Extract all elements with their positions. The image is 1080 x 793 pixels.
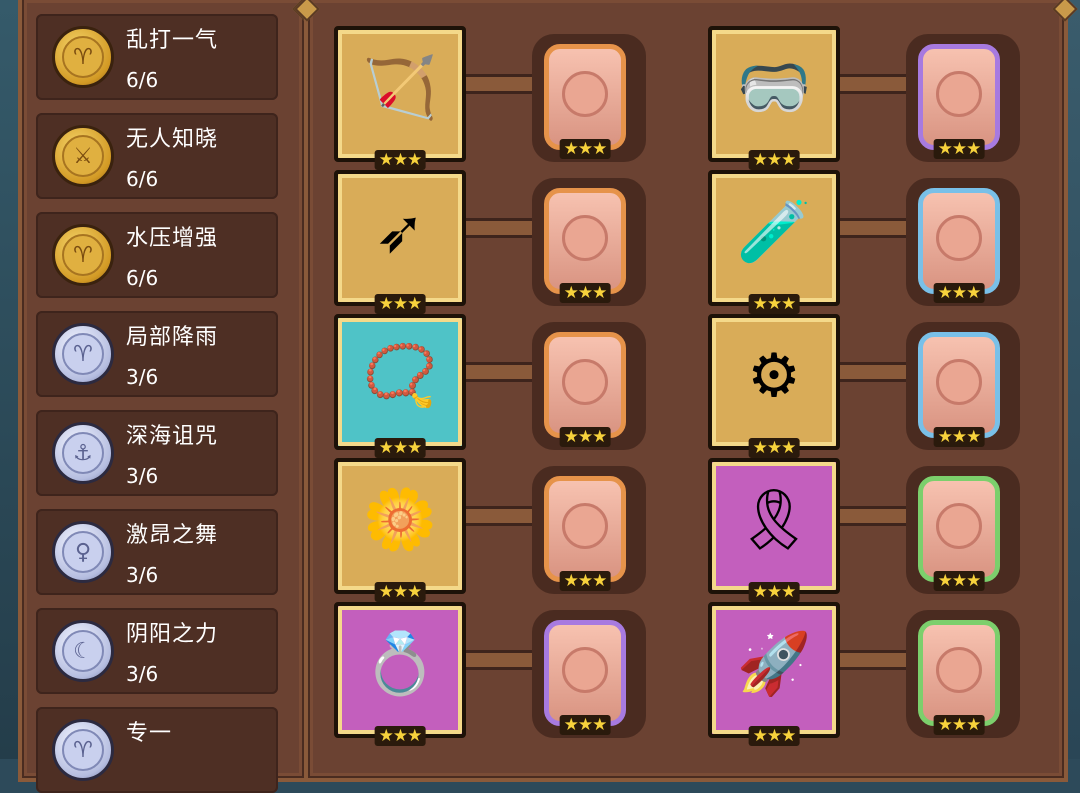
item-stars: ★★★ <box>748 294 800 314</box>
item-stars: ★★★ <box>748 150 800 170</box>
bond-name: 局部降雨 <box>126 325 219 350</box>
bond-coin-fist-icon: ♈ <box>52 224 114 286</box>
bond-row[interactable]: ♈ 局部降雨 3/6 <box>36 311 278 397</box>
bond-name: 无人知晓 <box>126 127 219 152</box>
rune-slot[interactable]: ★★★ <box>918 44 1000 159</box>
item-stars: ★★★ <box>374 726 426 746</box>
fist-icon: ♈ <box>62 234 104 276</box>
spiked-ring-icon: ⚙ <box>747 341 801 411</box>
bond-count: 6/6 <box>126 266 159 290</box>
bond-row[interactable]: ♀ 激昂之舞 3/6 <box>36 509 278 595</box>
belt-icon: 🎗 <box>735 485 813 555</box>
heart-necklace-icon: 📿 <box>362 341 438 411</box>
item-stars: ★★★ <box>748 726 800 746</box>
equipment-item-card[interactable]: 📿 ★★★ <box>334 314 466 458</box>
rune-stars: ★★★ <box>559 427 611 447</box>
rune-emblem-icon <box>562 503 608 549</box>
bond-coin-fist-icon: ♈ <box>52 719 114 781</box>
rune-slot[interactable]: ★★★ <box>544 332 626 447</box>
bond-row[interactable]: ⚔ 无人知晓 6/6 <box>36 113 278 199</box>
bond-row[interactable]: ♈ 水压增强 6/6 <box>36 212 278 298</box>
bond-name: 激昂之舞 <box>126 523 219 548</box>
rune-slot[interactable]: ★★★ <box>544 44 626 159</box>
crossbow-icon: 🏹 <box>362 53 438 123</box>
item-stars: ★★★ <box>374 150 426 170</box>
fist-icon: ♈ <box>62 729 104 771</box>
equipment-item-card[interactable]: 🧪 ★★★ <box>708 170 840 314</box>
bond-row[interactable]: ♈ 专一 <box>36 707 278 793</box>
bond-row[interactable]: ☾ 阴阳之力 3/6 <box>36 608 278 694</box>
bond-count: 6/6 <box>126 167 159 191</box>
bond-name: 专一 <box>126 721 173 746</box>
item-stars: ★★★ <box>374 294 426 314</box>
item-stars: ★★★ <box>748 582 800 602</box>
fist-icon: ♈ <box>62 333 104 375</box>
bond-name: 水压增强 <box>126 226 219 251</box>
anchor-icon: ⚓ <box>62 432 104 474</box>
bond-count: 3/6 <box>126 662 159 686</box>
rune-stars: ★★★ <box>559 283 611 303</box>
rune-stars: ★★★ <box>559 571 611 591</box>
equipment-item-card[interactable]: 🚀 ★★★ <box>708 602 840 746</box>
rune-emblem-icon <box>562 647 608 693</box>
equipment-item-card[interactable]: ➶ ★★★ <box>334 170 466 314</box>
bond-coin-fist-icon: ♈ <box>52 26 114 88</box>
item-stars: ★★★ <box>374 582 426 602</box>
oxygen-tank-icon: 🧪 <box>736 197 812 267</box>
bond-row[interactable]: ⚓ 深海诅咒 3/6 <box>36 410 278 496</box>
moon-icon: ☾ <box>62 630 104 672</box>
equipment-item-card[interactable]: 🌼 ★★★ <box>334 458 466 602</box>
rune-stars: ★★★ <box>933 139 985 159</box>
rune-emblem-icon <box>936 647 982 693</box>
rune-stars: ★★★ <box>933 283 985 303</box>
bond-name: 深海诅咒 <box>126 424 219 449</box>
equipment-item-card[interactable]: 🎗 ★★★ <box>708 458 840 602</box>
jet-fins-icon: 🚀 <box>736 629 812 699</box>
rune-emblem-icon <box>936 359 982 405</box>
frog-ring-icon: 💍 <box>362 629 438 699</box>
rune-stars: ★★★ <box>559 139 611 159</box>
rune-emblem-icon <box>562 71 608 117</box>
bond-coin-blade-icon: ⚔ <box>52 125 114 187</box>
fist-icon: ♈ <box>62 36 104 78</box>
equipment-item-card[interactable]: 🏹 ★★★ <box>334 26 466 170</box>
rune-slot[interactable]: ★★★ <box>918 620 1000 735</box>
rune-stars: ★★★ <box>933 427 985 447</box>
rune-emblem-icon <box>562 359 608 405</box>
rune-stars: ★★★ <box>933 571 985 591</box>
equipment-item-card[interactable]: ⚙ ★★★ <box>708 314 840 458</box>
item-stars: ★★★ <box>374 438 426 458</box>
item-stars: ★★★ <box>748 438 800 458</box>
rune-emblem-icon <box>936 71 982 117</box>
dancer-icon: ♀ <box>62 531 104 573</box>
blade-icon: ⚔ <box>62 135 104 177</box>
equipment-item-card[interactable]: 💍 ★★★ <box>334 602 466 746</box>
bond-count: 3/6 <box>126 365 159 389</box>
bond-name: 阴阳之力 <box>126 622 219 647</box>
bond-coin-dancer-icon: ♀ <box>52 521 114 583</box>
rune-slot[interactable]: ★★★ <box>544 188 626 303</box>
bond-coin-anchor-icon: ⚓ <box>52 422 114 484</box>
equipment-item-card[interactable]: 🥽 ★★★ <box>708 26 840 170</box>
rune-emblem-icon <box>562 215 608 261</box>
rune-stars: ★★★ <box>559 715 611 735</box>
arrow-icon: ➶ <box>374 197 426 267</box>
rune-emblem-icon <box>936 503 982 549</box>
rune-slot[interactable]: ★★★ <box>544 476 626 591</box>
bond-count: 3/6 <box>126 464 159 488</box>
bond-row[interactable]: ♈ 乱打一气 6/6 <box>36 14 278 100</box>
rune-emblem-icon <box>936 215 982 261</box>
rune-slot[interactable]: ★★★ <box>918 188 1000 303</box>
goggles-icon: 🥽 <box>736 53 812 123</box>
rune-slot[interactable]: ★★★ <box>918 332 1000 447</box>
rune-slot[interactable]: ★★★ <box>918 476 1000 591</box>
bond-count: 3/6 <box>126 563 159 587</box>
eye-flower-icon: 🌼 <box>362 485 438 555</box>
bond-count: 6/6 <box>126 68 159 92</box>
rune-slot[interactable]: ★★★ <box>544 620 626 735</box>
bond-coin-moon-icon: ☾ <box>52 620 114 682</box>
bond-coin-fist-icon: ♈ <box>52 323 114 385</box>
bond-name: 乱打一气 <box>126 28 219 53</box>
rune-stars: ★★★ <box>933 715 985 735</box>
